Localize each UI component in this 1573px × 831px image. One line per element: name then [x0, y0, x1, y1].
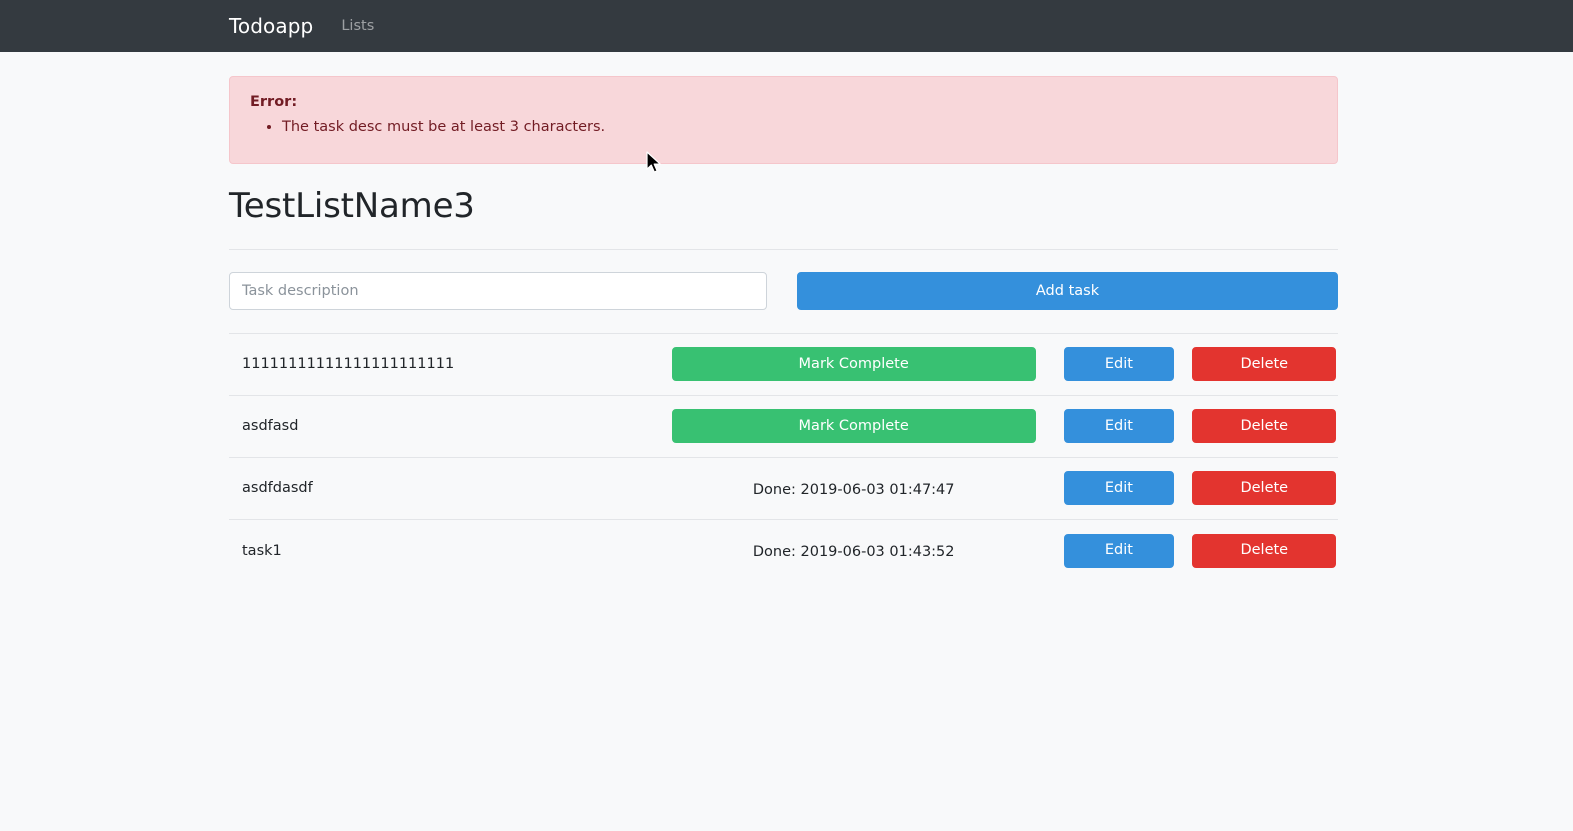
alert-title: Error:	[250, 94, 298, 110]
task-done-timestamp: Done: 2019-06-03 01:43:52	[752, 544, 955, 561]
task-edit-cell: Edit	[1047, 394, 1191, 458]
top-navbar: Todoapp Lists	[0, 0, 1573, 52]
mark-complete-button[interactable]: Mark Complete	[671, 409, 1036, 444]
alert-message-item: The task desc must be at least 3 charact…	[282, 116, 1317, 139]
table-row: 11111111111111111111111 Mark Complete Ed…	[229, 332, 1338, 396]
task-status-cell: Mark Complete	[660, 394, 1048, 458]
add-task-form: Add task	[229, 271, 1338, 310]
title-divider	[229, 248, 1338, 250]
alert-message-list: The task desc must be at least 3 charact…	[250, 116, 1317, 139]
task-edit-cell: Edit	[1047, 332, 1191, 396]
task-description: asdfdasdf	[229, 456, 661, 520]
task-edit-cell: Edit	[1047, 456, 1191, 520]
task-delete-cell: Delete	[1190, 518, 1338, 582]
edit-button[interactable]: Edit	[1063, 533, 1174, 568]
delete-button[interactable]: Delete	[1192, 471, 1337, 506]
table-row: task1 Done: 2019-06-03 01:43:52 Edit Del…	[229, 518, 1338, 582]
delete-button[interactable]: Delete	[1192, 533, 1337, 568]
task-list-body: 11111111111111111111111 Mark Complete Ed…	[229, 332, 1338, 582]
task-list-table: 11111111111111111111111 Mark Complete Ed…	[229, 332, 1338, 582]
task-description: task1	[229, 518, 661, 582]
task-status-cell: Mark Complete	[660, 332, 1048, 396]
task-delete-cell: Delete	[1190, 394, 1338, 458]
mark-complete-button[interactable]: Mark Complete	[671, 347, 1036, 382]
error-alert: Error: The task desc must be at least 3 …	[229, 76, 1338, 164]
delete-button[interactable]: Delete	[1192, 409, 1337, 444]
task-description: 11111111111111111111111	[229, 332, 661, 396]
task-description-input[interactable]	[229, 271, 767, 310]
task-delete-cell: Delete	[1190, 332, 1338, 396]
delete-button[interactable]: Delete	[1192, 347, 1337, 382]
table-row: asdfdasdf Done: 2019-06-03 01:47:47 Edit…	[229, 456, 1338, 520]
nav-link-lists[interactable]: Lists	[341, 19, 374, 34]
edit-button[interactable]: Edit	[1063, 471, 1174, 506]
task-edit-cell: Edit	[1047, 518, 1191, 582]
page-container: Error: The task desc must be at least 3 …	[229, 76, 1338, 582]
page-title: TestListName3	[229, 186, 475, 226]
task-delete-cell: Delete	[1190, 456, 1338, 520]
table-row: asdfasd Mark Complete Edit Delete	[229, 394, 1338, 458]
add-task-button[interactable]: Add task	[797, 271, 1338, 310]
task-status-cell: Done: 2019-06-03 01:43:52	[660, 518, 1048, 582]
navbar-brand[interactable]: Todoapp	[229, 16, 313, 36]
edit-button[interactable]: Edit	[1063, 409, 1174, 444]
edit-button[interactable]: Edit	[1063, 347, 1174, 382]
task-done-timestamp: Done: 2019-06-03 01:47:47	[752, 481, 955, 498]
task-status-cell: Done: 2019-06-03 01:47:47	[660, 456, 1048, 520]
task-description: asdfasd	[229, 394, 661, 458]
